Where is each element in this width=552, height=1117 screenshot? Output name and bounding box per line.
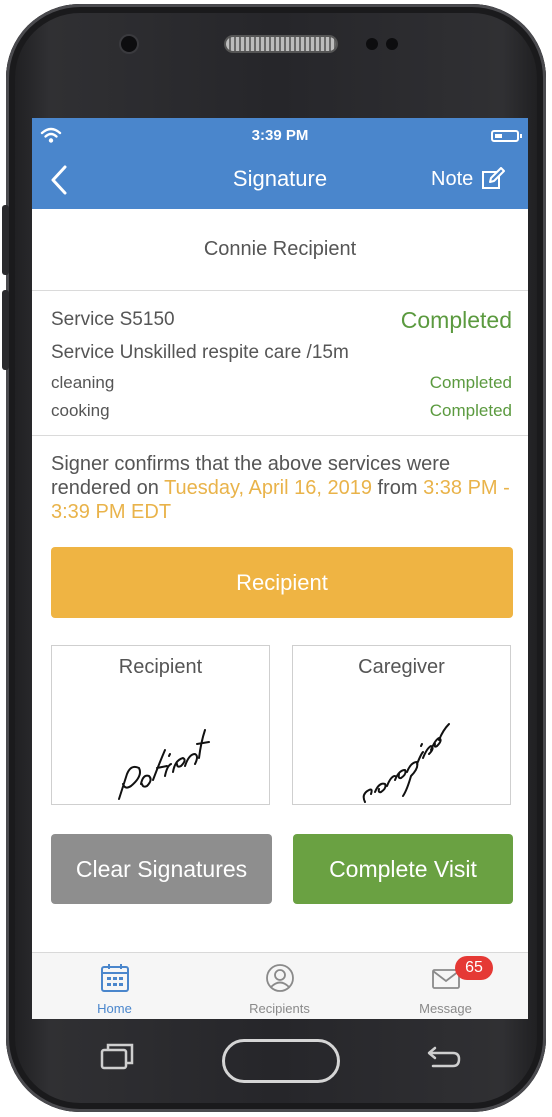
service-date: Tuesday, April 16, 2019 [164,477,372,499]
service-status: Completed [400,307,512,333]
person-icon [265,964,294,992]
note-label: Note [431,167,474,190]
recipient-name: Connie Recipient [203,238,357,260]
unread-badge: 65 [455,956,493,980]
signer-select-button[interactable]: Recipient [51,547,513,618]
task-name: cooking [51,401,110,420]
edit-note-icon [482,167,506,189]
recipient-signature-image [118,729,210,800]
caregiver-signature-box[interactable]: Caregiver [292,645,511,805]
side-button [2,290,9,370]
header-bar: 3:39 PM Signature Note [32,118,528,209]
status-time: 3:39 PM [251,127,309,144]
divider [32,290,528,291]
calendar-icon [100,964,129,992]
light-sensor [386,38,398,50]
confirmation-middle: from [371,477,424,499]
confirmation-text: Signer confirms that the above services … [51,452,513,524]
front-camera [121,36,137,52]
signature-label: Caregiver [358,656,445,678]
tab-label: Home [97,1001,132,1016]
back-key-icon[interactable] [425,1044,463,1070]
proximity-sensor [366,38,378,50]
tab-bar: Home Recipients 65 Message [32,952,528,1019]
task-name: cleaning [51,373,115,392]
service-description: Service Unskilled respite care /15m [51,342,349,363]
tab-home[interactable]: Home [32,953,197,1019]
divider [32,435,528,436]
task-status: Completed [429,373,512,392]
tab-label: Message [419,1001,472,1016]
app-screen: 3:39 PM Signature Note Connie Recipient … [32,118,528,1019]
battery-icon [491,130,522,142]
tab-label: Recipients [249,1001,310,1016]
task-status: Completed [429,401,512,420]
clear-signatures-button[interactable]: Clear Signatures [51,834,272,904]
note-button[interactable]: Note [431,167,506,191]
recipient-signature-box[interactable]: Recipient [51,645,270,805]
volume-button [2,205,9,275]
caregiver-signature-image [362,723,450,803]
signature-label: Recipient [118,656,203,678]
recent-apps-icon[interactable] [99,1042,135,1072]
complete-visit-button[interactable]: Complete Visit [293,834,513,904]
service-code: Service S5150 [51,309,175,330]
tab-message[interactable]: 65 Message [363,953,528,1019]
earpiece-speaker [226,37,336,51]
home-button[interactable] [222,1039,340,1083]
tab-recipients[interactable]: Recipients [197,953,362,1019]
